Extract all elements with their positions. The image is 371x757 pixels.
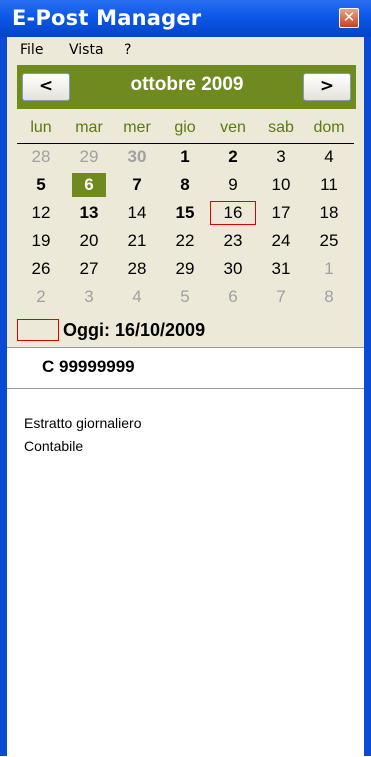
calendar-day[interactable]: 8 <box>161 173 209 197</box>
calendar-day[interactable]: 11 <box>305 173 353 197</box>
calendar-day[interactable]: 5 <box>17 173 65 197</box>
account-code: C 99999999 <box>42 357 135 376</box>
menu-bar: File Vista ? <box>7 37 364 63</box>
calendar-day[interactable]: 17 <box>257 201 305 225</box>
calendar-day[interactable]: 2 <box>17 285 65 309</box>
details-panel: C 99999999 Estratto giornaliero Contabil… <box>7 347 364 757</box>
calendar-day[interactable]: 5 <box>161 285 209 309</box>
next-month-button[interactable]: > <box>303 73 351 101</box>
weekday-mer: mer <box>123 119 151 136</box>
weekday-mar: mar <box>75 119 103 136</box>
prev-month-button[interactable]: < <box>22 73 70 101</box>
calendar-day[interactable]: 19 <box>17 229 65 253</box>
calendar-day[interactable]: 23 <box>209 229 257 253</box>
calendar-day[interactable]: 12 <box>17 201 65 225</box>
calendar-day[interactable]: 2 <box>209 145 257 169</box>
calendar-day[interactable]: 3 <box>257 145 305 169</box>
calendar-day[interactable]: 29 <box>161 257 209 281</box>
calendar-day[interactable]: 3 <box>65 285 113 309</box>
calendar-day[interactable]: 7 <box>113 173 161 197</box>
weekday-header: lun mar mer gio ven sab dom <box>17 119 356 141</box>
window-title: E-Post Manager <box>12 6 202 30</box>
weekday-gio: gio <box>174 119 196 136</box>
calendar-day[interactable]: 8 <box>305 285 353 309</box>
calendar-day[interactable]: 6 <box>209 285 257 309</box>
calendar-day[interactable]: 4 <box>113 285 161 309</box>
close-button[interactable]: ✕ <box>339 8 359 28</box>
weekday-dom: dom <box>313 119 345 136</box>
calendar-day[interactable]: 30 <box>209 257 257 281</box>
calendar-day[interactable]: 22 <box>161 229 209 253</box>
calendar-day[interactable]: 21 <box>113 229 161 253</box>
calendar-day[interactable]: 1 <box>161 145 209 169</box>
document-description: Estratto giornaliero Contabile <box>24 415 142 454</box>
calendar-day[interactable]: 20 <box>65 229 113 253</box>
calendar-header: < ottobre 2009 > <box>17 65 356 109</box>
calendar-day[interactable]: 25 <box>305 229 353 253</box>
calendar-day[interactable]: 10 <box>257 173 305 197</box>
month-title: ottobre 2009 <box>130 74 244 95</box>
calendar-day[interactable]: 14 <box>113 201 161 225</box>
today-marker <box>17 319 59 341</box>
details-header: C 99999999 <box>7 348 364 389</box>
today-label[interactable]: Oggi: 16/10/2009 <box>63 320 205 341</box>
calendar-day[interactable]: 29 <box>65 145 113 169</box>
calendar-day[interactable]: 9 <box>209 173 257 197</box>
day-grid: 28 29 30 1 2 3 4 5 6 7 8 9 10 11 12 13 14 15 16 17 18 19 20 21 2… <box>17 145 356 313</box>
calendar-day[interactable]: 30 <box>113 145 161 169</box>
menu-vista[interactable]: Vista <box>69 42 104 58</box>
calendar-day[interactable]: 28 <box>113 257 161 281</box>
calendar-day[interactable]: 16 <box>210 201 256 225</box>
menu-help[interactable]: ? <box>124 42 131 58</box>
weekday-divider <box>17 143 354 144</box>
weekday-lun: lun <box>30 119 52 136</box>
calendar-day[interactable]: 7 <box>257 285 305 309</box>
weekday-sab: sab <box>268 119 294 136</box>
close-icon: ✕ <box>342 8 356 26</box>
menu-file[interactable]: File <box>20 42 43 58</box>
calendar-day[interactable]: 28 <box>17 145 65 169</box>
calendar-day[interactable]: 6 <box>72 173 106 197</box>
calendar-day[interactable]: 4 <box>305 145 353 169</box>
calendar-day[interactable]: 18 <box>305 201 353 225</box>
calendar-day[interactable]: 31 <box>257 257 305 281</box>
app-window: E-Post Manager ✕ File Vista ? < ottobre … <box>0 0 371 757</box>
calendar-day[interactable]: 1 <box>305 257 353 281</box>
calendar-day[interactable]: 27 <box>65 257 113 281</box>
calendar-day[interactable]: 15 <box>161 201 209 225</box>
chevron-right-icon: > <box>319 76 335 96</box>
calendar-day[interactable]: 26 <box>17 257 65 281</box>
calendar-day[interactable]: 13 <box>65 201 113 225</box>
chevron-left-icon: < <box>38 76 54 96</box>
weekday-ven: ven <box>220 119 246 136</box>
title-bar[interactable]: E-Post Manager ✕ <box>0 0 371 37</box>
calendar-day[interactable]: 24 <box>257 229 305 253</box>
client-area: File Vista ? < ottobre 2009 > lun mar mer g… <box>7 37 364 757</box>
